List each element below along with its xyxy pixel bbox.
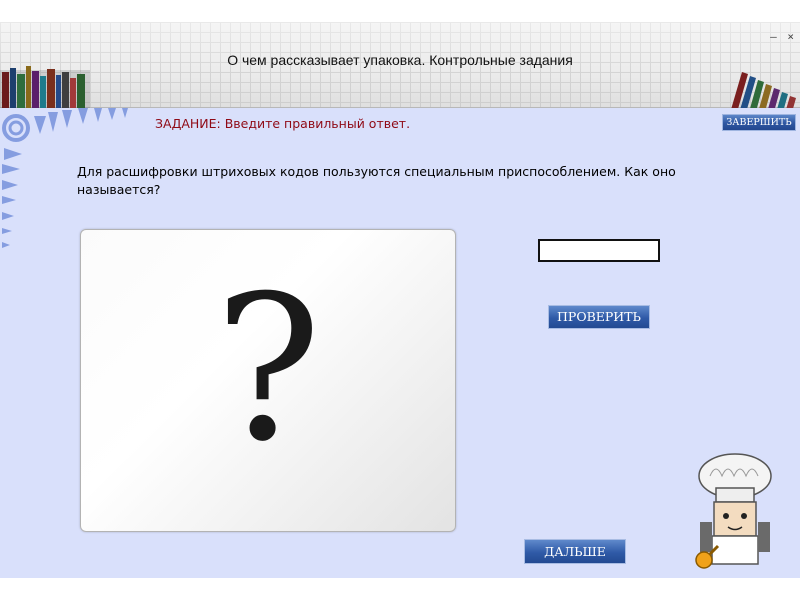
minimize-button[interactable]: –: [770, 30, 779, 43]
chef-mascot-icon: [695, 453, 772, 569]
window-header: О чем рассказывает упаковка. Контрольные…: [0, 22, 800, 130]
window-controls: – ×: [770, 30, 796, 43]
task-panel: ЗАДАНИЕ: Введите правильный ответ. ЗАВЕР…: [0, 108, 800, 578]
next-button[interactable]: ДАЛЬШЕ: [524, 539, 626, 564]
close-button[interactable]: ×: [787, 30, 796, 43]
window-title: О чем рассказывает упаковка. Контрольные…: [227, 52, 573, 68]
answer-input[interactable]: [538, 239, 660, 262]
finish-button[interactable]: ЗАВЕРШИТЬ: [722, 114, 796, 131]
app-window: О чем рассказывает упаковка. Контрольные…: [0, 0, 800, 600]
question-text: Для расшифровки штриховых кодов пользуют…: [77, 164, 676, 197]
question-mark-icon: ?: [214, 253, 322, 486]
task-instruction: ЗАДАНИЕ: Введите правильный ответ.: [155, 116, 411, 131]
check-button[interactable]: ПРОВЕРИТЬ: [548, 305, 650, 329]
question-image: ?: [80, 229, 456, 532]
